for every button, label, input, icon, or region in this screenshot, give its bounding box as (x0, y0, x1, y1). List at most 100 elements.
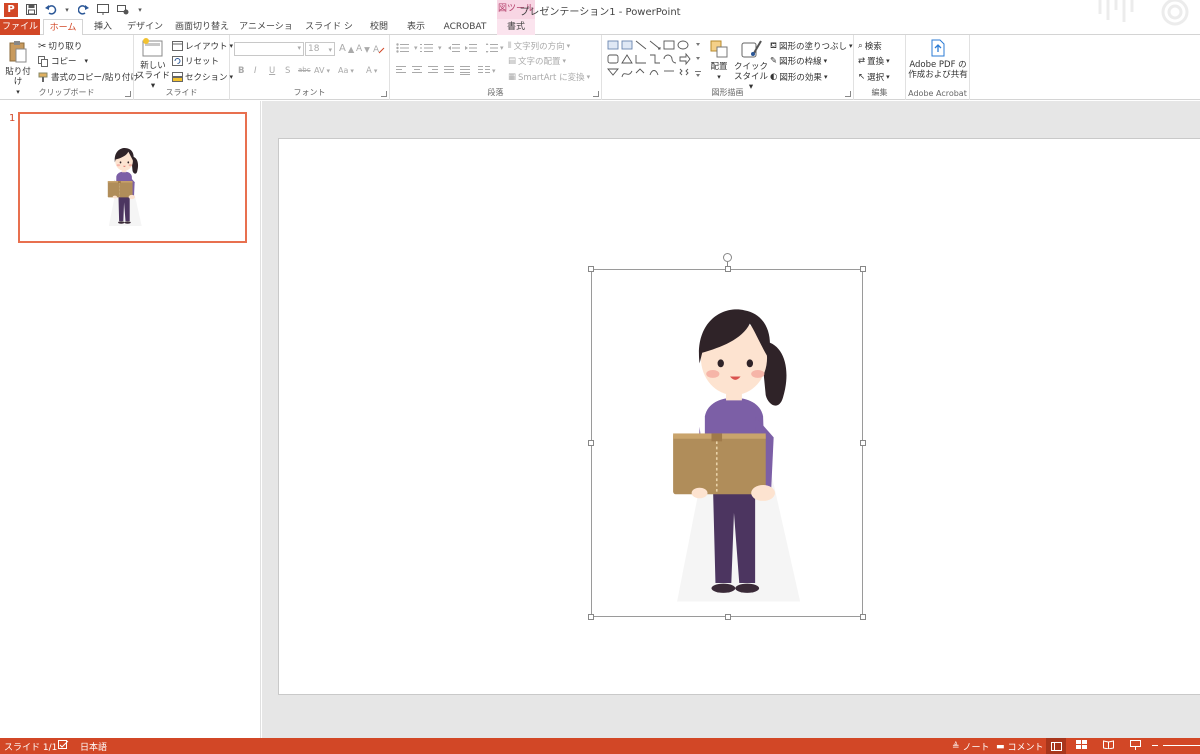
clear-formatting-icon[interactable]: A (373, 43, 385, 55)
decrease-indent-icon[interactable] (448, 43, 460, 53)
reading-view-icon[interactable] (1103, 740, 1114, 749)
pdf-share-icon (931, 39, 945, 57)
tab-format[interactable]: 書式 (497, 19, 535, 35)
align-text-button[interactable]: ▤ 文字の配置 ▾ (508, 55, 566, 67)
shrink-font-button[interactable]: A ▼ (356, 44, 370, 54)
arrange-button[interactable]: 配置 ▾ (706, 39, 732, 82)
font-size-value: 18 (308, 44, 320, 54)
arrange-icon (710, 40, 728, 58)
paragraph-group: ▾ ▾ ▾ ⫴ 文字列の方向 ▾ ▤ 文字の配置 ▾ ▦ SmartArt に変… (390, 35, 602, 100)
resize-handle-left[interactable] (588, 440, 594, 446)
underline-button[interactable]: U (269, 66, 275, 76)
tab-slideshow[interactable]: スライド ショー (301, 19, 357, 48)
language-indicator[interactable]: 日本語 (80, 740, 107, 753)
resize-handle-top-left[interactable] (588, 266, 594, 272)
comments-label: コメント (1007, 743, 1044, 753)
select-button[interactable]: ↖ 選択 ▾ (858, 71, 890, 83)
strikethrough-button[interactable]: abc (298, 66, 311, 74)
slide-thumbnail[interactable] (18, 112, 247, 243)
justify-icon[interactable] (444, 66, 454, 75)
zoom-track[interactable] (1163, 745, 1200, 746)
tab-transitions[interactable]: 画面切り替え (172, 19, 232, 35)
zoom-out-icon[interactable] (1152, 745, 1158, 746)
quick-styles-label-2: スタイル (734, 72, 769, 82)
copy-icon (38, 55, 48, 67)
font-size-combobox[interactable]: 18 ▾ (305, 42, 335, 56)
tab-design[interactable]: デザイン (125, 19, 165, 35)
tab-insert[interactable]: 挿入 (88, 19, 118, 35)
italic-button[interactable]: I (254, 66, 257, 76)
font-color-button[interactable]: A ▾ (366, 66, 377, 76)
zoom-slider[interactable] (1152, 745, 1200, 746)
bullets-icon[interactable]: ▾ (396, 43, 418, 53)
distributed-icon[interactable] (460, 66, 470, 75)
resize-handle-bottom[interactable] (725, 614, 731, 620)
dialog-launcher-icon[interactable] (845, 91, 851, 97)
dialog-launcher-icon[interactable] (125, 91, 131, 97)
quick-styles-icon (741, 40, 762, 58)
normal-view-icon[interactable] (1046, 738, 1066, 754)
replace-button[interactable]: ⇄ 置換 ▾ (858, 55, 890, 67)
line-spacing-icon[interactable]: ▾ (486, 43, 504, 53)
shape-outline-button[interactable]: ✎ 図形の枠線 ▾ (770, 55, 827, 67)
notes-button[interactable]: ≜ ノート (952, 740, 990, 754)
shape-effects-icon: ◐ (770, 72, 778, 82)
paint-bucket-icon: ⛾ (770, 40, 777, 51)
comments-button[interactable]: ▬ コメント (996, 740, 1044, 754)
format-painter-button[interactable]: 書式のコピー/貼り付け (38, 71, 139, 83)
create-pdf-button[interactable]: Adobe PDF の 作成および共有 (908, 39, 968, 80)
convert-smartart-button[interactable]: ▦ SmartArt に変換 ▾ (508, 71, 590, 83)
tab-file[interactable]: ファイル (0, 19, 40, 35)
font-color-label: A (366, 66, 372, 76)
slideshow-view-icon[interactable] (1130, 740, 1141, 750)
notes-icon: ≜ (952, 741, 960, 752)
slide-sorter-icon[interactable] (1076, 740, 1087, 749)
create-pdf-label-2: 作成および共有 (908, 70, 968, 80)
selected-picture[interactable] (588, 253, 866, 620)
section-button[interactable]: セクション ▾ (172, 71, 233, 83)
rotate-handle-icon[interactable] (723, 253, 732, 262)
paste-label: 貼り付け (5, 67, 31, 87)
copy-button[interactable]: コピー ▾ (38, 55, 88, 67)
cut-button[interactable]: ✂ 切り取り (38, 40, 82, 53)
resize-handle-bottom-right[interactable] (860, 614, 866, 620)
tab-review[interactable]: 校閲 (364, 19, 394, 35)
numbering-icon[interactable]: ▾ (420, 43, 442, 53)
increase-indent-icon[interactable] (465, 43, 477, 53)
align-left-icon[interactable] (396, 66, 406, 75)
resize-handle-top-right[interactable] (860, 266, 866, 272)
character-spacing-label: AV (314, 66, 325, 75)
text-direction-button[interactable]: ⫴ 文字列の方向 ▾ (508, 40, 570, 52)
grow-font-button[interactable]: A ▲ (339, 43, 354, 54)
arrange-label: 配置 (710, 62, 728, 72)
tab-acrobat[interactable]: ACROBAT (438, 19, 492, 35)
shape-effects-button[interactable]: ◐ 図形の効果 ▾ (770, 71, 827, 83)
spelling-check-icon[interactable] (58, 740, 69, 750)
paragraph-group-label: 段落 (487, 88, 504, 97)
resize-handle-right[interactable] (860, 440, 866, 446)
character-spacing-button[interactable]: AV ▾ (314, 66, 330, 75)
shape-fill-button[interactable]: ⛾ 図形の塗りつぶし ▾ (770, 40, 853, 53)
tab-home[interactable]: ホーム (43, 19, 83, 36)
find-button[interactable]: ⌕ 検索 (858, 40, 882, 52)
section-label: セクション (185, 73, 228, 83)
slide-canvas[interactable] (278, 138, 1200, 695)
shapes-gallery[interactable] (606, 39, 702, 81)
align-center-icon[interactable] (412, 66, 422, 75)
change-case-button[interactable]: Aa ▾ (338, 66, 354, 75)
shadow-button[interactable]: S (285, 66, 290, 76)
align-right-icon[interactable] (428, 66, 438, 75)
bold-button[interactable]: B (238, 66, 244, 76)
tab-view[interactable]: 表示 (401, 19, 431, 35)
layout-button[interactable]: レイアウト ▾ (172, 40, 233, 52)
dialog-launcher-icon[interactable] (593, 91, 599, 97)
resize-handle-top[interactable] (725, 266, 731, 272)
new-slide-button[interactable]: 新しい スライド ▾ (136, 38, 170, 91)
quick-styles-button[interactable]: クイック スタイル ▾ (734, 39, 768, 92)
dialog-launcher-icon[interactable] (381, 91, 387, 97)
columns-icon[interactable]: ▾ (478, 66, 496, 75)
reset-button[interactable]: リセット (172, 55, 219, 67)
tab-animations[interactable]: アニメーション (238, 19, 294, 48)
resize-handle-bottom-left[interactable] (588, 614, 594, 620)
font-name-combobox[interactable]: ▾ (234, 42, 304, 56)
